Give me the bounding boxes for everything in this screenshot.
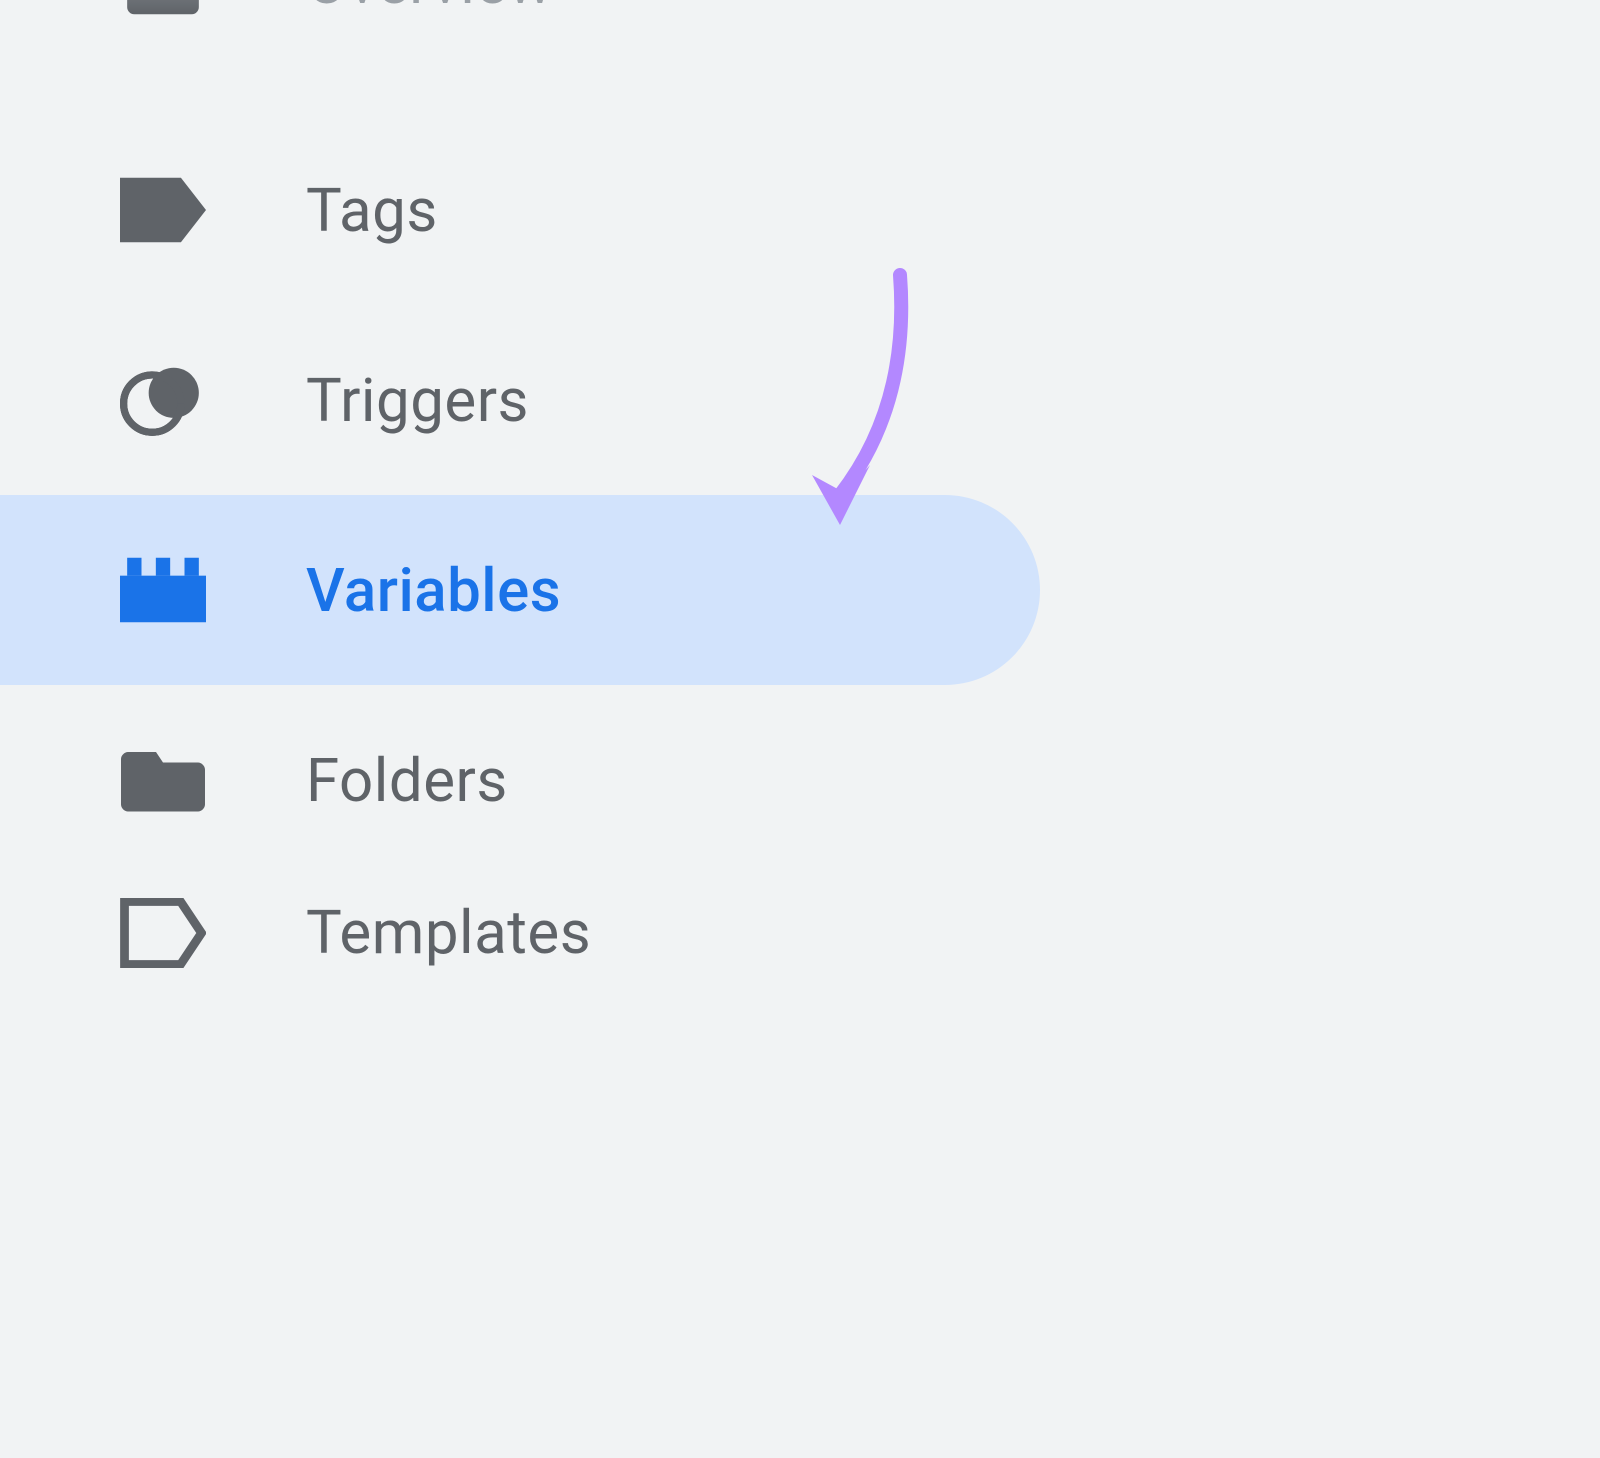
- sidebar-item-label: Triggers: [306, 365, 529, 436]
- template-icon: [120, 890, 206, 976]
- sidebar-item-label: Variables: [306, 555, 561, 626]
- sidebar-nav: Overview Tags Triggers: [0, 0, 1600, 990]
- sidebar-item-folders[interactable]: Folders: [0, 685, 1600, 875]
- tag-icon: [120, 167, 206, 253]
- sidebar-item-templates[interactable]: Templates: [0, 875, 1600, 990]
- sidebar-item-triggers[interactable]: Triggers: [0, 305, 1600, 495]
- briefcase-icon: [120, 0, 206, 25]
- sidebar-item-overview[interactable]: Overview: [0, 0, 1600, 40]
- sidebar-item-variables[interactable]: Variables: [0, 495, 1040, 685]
- sidebar-item-label: Tags: [306, 175, 438, 246]
- folder-icon: [120, 737, 206, 823]
- triggers-icon: [120, 357, 206, 443]
- sidebar-item-tags[interactable]: Tags: [0, 115, 1600, 305]
- sidebar-item-label: Folders: [306, 745, 508, 816]
- lego-icon: [120, 547, 206, 633]
- sidebar-item-label: Templates: [306, 897, 591, 968]
- sidebar-item-label: Overview: [306, 0, 553, 18]
